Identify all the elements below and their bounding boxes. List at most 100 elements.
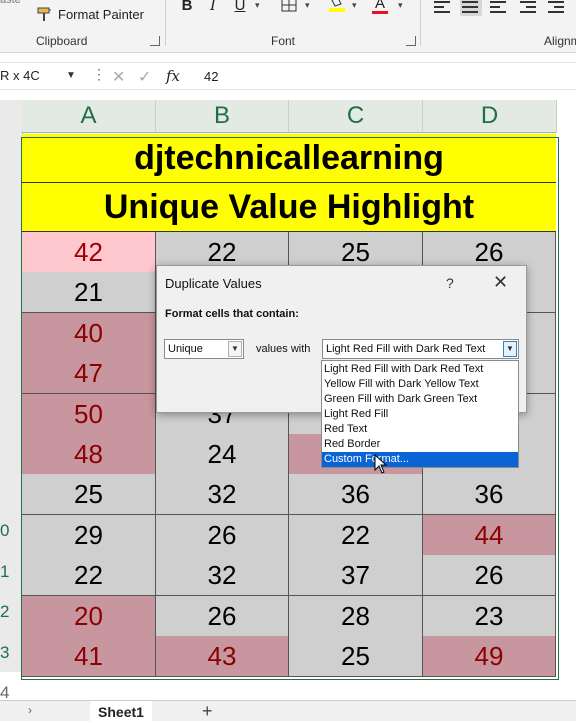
- insert-function-button[interactable]: fx: [166, 67, 180, 85]
- ribbon: aste Format Painter Clipboard B I U ▾ ▾ …: [0, 0, 576, 53]
- cell-a-4[interactable]: 47: [22, 353, 156, 394]
- borders-button[interactable]: [280, 0, 298, 14]
- ribbon-divider: [420, 0, 421, 46]
- row-number[interactable]: 1: [0, 562, 20, 582]
- format-option[interactable]: Yellow Fill with Dark Yellow Text: [322, 377, 518, 392]
- column-header-b[interactable]: B: [156, 100, 289, 133]
- cell-a-10[interactable]: 20: [22, 596, 156, 637]
- format-painter-label: Format Painter: [58, 7, 144, 22]
- rule-type-value: Unique: [168, 343, 203, 355]
- cell-d-11[interactable]: 49: [423, 636, 556, 677]
- name-box[interactable]: R x 4C ▼: [0, 66, 82, 86]
- format-option[interactable]: Light Red Fill: [322, 407, 518, 422]
- mouse-cursor-icon: [374, 454, 388, 474]
- cell-a-11[interactable]: 41: [22, 636, 156, 677]
- row-number[interactable]: 3: [0, 643, 20, 663]
- cell-a-5[interactable]: 50: [22, 394, 156, 435]
- underline-button[interactable]: U: [233, 0, 247, 14]
- font-color-dropdown-icon[interactable]: ▾: [398, 0, 403, 11]
- font-launcher-icon[interactable]: [406, 36, 416, 46]
- format-cells-label: Format cells that contain:: [165, 308, 299, 320]
- cell-c-8[interactable]: 22: [289, 515, 423, 556]
- sheet-tab-bar: › Sheet1 +: [0, 700, 576, 721]
- cell-d-10[interactable]: 23: [423, 596, 556, 637]
- decrease-indent-icon[interactable]: [520, 0, 538, 16]
- tab-scroll-icon[interactable]: ›: [28, 703, 32, 717]
- align-middle-icon[interactable]: [460, 0, 482, 16]
- format-painter-button[interactable]: Format Painter: [36, 6, 144, 23]
- cell-d-9[interactable]: 26: [423, 555, 556, 596]
- chevron-down-icon[interactable]: ▼: [228, 341, 242, 357]
- underline-dropdown-icon[interactable]: ▾: [255, 0, 260, 11]
- help-button[interactable]: ?: [446, 275, 454, 291]
- fill-color-button[interactable]: [328, 0, 346, 14]
- clipboard-launcher-icon[interactable]: [150, 36, 160, 46]
- select-all-corner[interactable]: [0, 100, 22, 133]
- italic-button[interactable]: I: [207, 0, 219, 14]
- ribbon-divider: [165, 0, 166, 46]
- cell-d-8[interactable]: 44: [423, 515, 556, 556]
- close-button[interactable]: ✕: [493, 272, 508, 293]
- add-sheet-button[interactable]: +: [202, 701, 213, 722]
- cell-a-3[interactable]: 40: [22, 313, 156, 354]
- title-cell-line2[interactable]: Unique Value Highlight: [22, 183, 556, 232]
- chevron-down-icon[interactable]: ▼: [503, 341, 517, 357]
- sheet-tab-sheet1[interactable]: Sheet1: [90, 701, 152, 721]
- cell-b-11[interactable]: 43: [156, 636, 289, 677]
- alignment-group-label: Alignm: [544, 34, 576, 48]
- bold-button[interactable]: B: [180, 0, 194, 14]
- cell-c-9[interactable]: 37: [289, 555, 423, 596]
- dialog-title: Duplicate Values: [165, 276, 262, 291]
- cell-b-9[interactable]: 32: [156, 555, 289, 596]
- format-style-dropdown-list: Light Red Fill with Dark Red Text Yellow…: [321, 360, 519, 468]
- cell-b-8[interactable]: 26: [156, 515, 289, 556]
- font-color-button[interactable]: A: [372, 0, 388, 14]
- cell-b-7[interactable]: 32: [156, 474, 289, 515]
- borders-dropdown-icon[interactable]: ▾: [305, 0, 310, 11]
- cell-a-9[interactable]: 22: [22, 555, 156, 596]
- cancel-icon[interactable]: ✕: [112, 67, 125, 87]
- cell-b-6[interactable]: 24: [156, 434, 289, 475]
- clipboard-group-label: Clipboard: [36, 34, 88, 48]
- enter-icon[interactable]: ✓: [138, 67, 151, 87]
- cell-a-2[interactable]: 21: [22, 272, 156, 313]
- cell-c-10[interactable]: 28: [289, 596, 423, 637]
- cell-a-8[interactable]: 29: [22, 515, 156, 556]
- format-style-value: Light Red Fill with Dark Red Text: [326, 343, 486, 355]
- cell-b-10[interactable]: 26: [156, 596, 289, 637]
- format-option[interactable]: Red Border: [322, 437, 518, 452]
- format-option[interactable]: Light Red Fill with Dark Red Text: [322, 362, 518, 377]
- cell-a-7[interactable]: 25: [22, 474, 156, 515]
- format-style-select[interactable]: Light Red Fill with Dark Red Text ▼: [322, 339, 519, 359]
- format-option-custom[interactable]: Custom Format...: [322, 452, 518, 467]
- cell-a-1[interactable]: 42: [22, 232, 156, 273]
- paste-label-fragment[interactable]: aste: [0, 0, 21, 6]
- column-header-a[interactable]: A: [22, 100, 156, 133]
- cell-d-7[interactable]: 36: [423, 474, 556, 515]
- cell-a-6[interactable]: 48: [22, 434, 156, 475]
- increase-indent-icon[interactable]: [548, 0, 566, 16]
- row-header-strip[interactable]: [0, 132, 23, 672]
- font-color-letter: A: [374, 0, 385, 12]
- format-option[interactable]: Red Text: [322, 422, 518, 437]
- formula-bar: R x 4C ▼ ⋮ ✕ ✓ fx 42: [0, 62, 576, 90]
- column-header-c[interactable]: C: [289, 100, 423, 133]
- font-color-swatch: [372, 10, 388, 14]
- fill-dropdown-icon[interactable]: ▾: [352, 0, 357, 11]
- rule-type-select[interactable]: Unique ▼: [164, 339, 244, 359]
- format-option[interactable]: Green Fill with Dark Green Text: [322, 392, 518, 407]
- align-top-icon[interactable]: [434, 0, 452, 16]
- more-options-icon[interactable]: ⋮: [92, 66, 106, 83]
- column-header-d[interactable]: D: [423, 100, 557, 133]
- name-box-value: R x 4C: [0, 68, 40, 83]
- name-box-dropdown-icon[interactable]: ▼: [66, 66, 76, 86]
- row-number[interactable]: 2: [0, 602, 20, 622]
- row-number[interactable]: 0: [0, 521, 20, 541]
- borders-icon: [281, 0, 297, 12]
- cell-c-7[interactable]: 36: [289, 474, 423, 515]
- cell-c-11[interactable]: 25: [289, 636, 423, 677]
- align-bottom-icon[interactable]: [490, 0, 508, 16]
- fill-bucket-icon: [329, 0, 345, 12]
- formula-input[interactable]: 42: [204, 69, 218, 84]
- title-cell-line1[interactable]: djtechnicallearning: [22, 134, 556, 183]
